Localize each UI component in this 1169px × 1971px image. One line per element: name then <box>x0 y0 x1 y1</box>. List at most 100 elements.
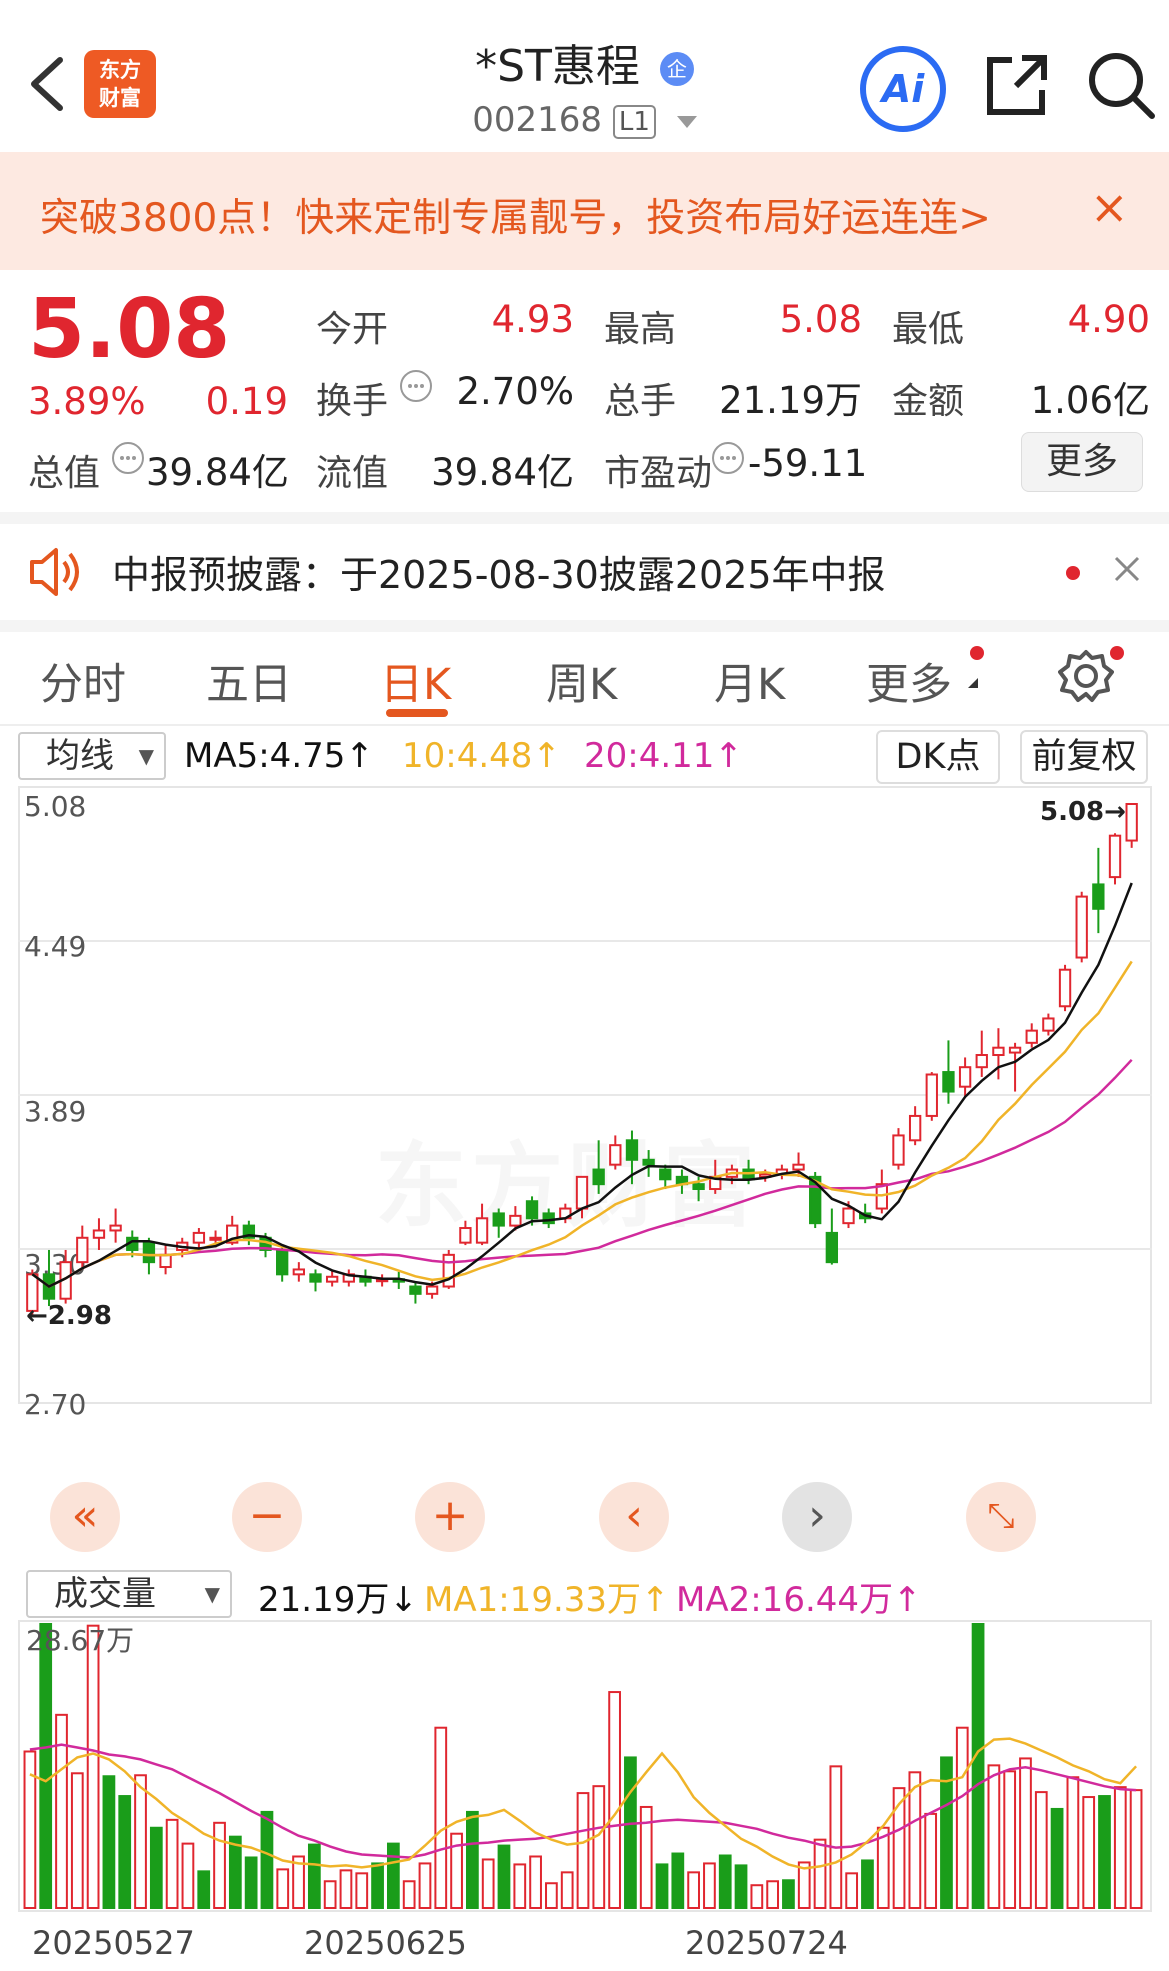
volume-bar <box>371 1862 384 1909</box>
volume-bar <box>339 1869 353 1909</box>
zoom-out-button[interactable]: − <box>232 1482 302 1552</box>
candle <box>92 1229 106 1239</box>
volume-bar <box>592 1785 606 1909</box>
scroll-left-button[interactable]: ‹ <box>599 1482 669 1552</box>
candle <box>459 1227 472 1244</box>
scroll-right-button[interactable]: › <box>782 1482 852 1552</box>
volume-bar <box>244 1856 258 1909</box>
more-quote-button[interactable]: 更多 <box>1021 432 1143 492</box>
enterprise-badge-icon: 企 <box>659 52 694 86</box>
volume-chart[interactable]: 28.67万 <box>18 1620 1152 1916</box>
candle <box>575 1175 589 1210</box>
volume-bar <box>1113 1786 1127 1910</box>
indicator-select-label: 均线 <box>46 736 114 776</box>
candle <box>625 1139 639 1161</box>
volume-bar <box>102 1775 116 1909</box>
chevron-down-icon <box>676 115 697 128</box>
dropdown-arrow-icon: ▼ <box>204 1582 220 1606</box>
candle <box>409 1285 422 1295</box>
candle <box>109 1224 122 1232</box>
candle <box>1092 883 1105 910</box>
volume-bar <box>466 1810 479 1909</box>
adjust-button[interactable]: 前复权 <box>1020 730 1148 784</box>
volume-bar <box>149 1826 163 1909</box>
tab-daily-k[interactable]: 日K <box>380 650 451 712</box>
volume-label: 总手 <box>604 381 677 422</box>
volume-bar <box>624 1756 637 1909</box>
notice-text[interactable]: 中报预披露：于2025-08-30披露2025年中报 <box>112 544 886 599</box>
tab-more-dot <box>970 646 984 660</box>
candle <box>592 1168 605 1186</box>
low-marker: ←2.98 <box>26 1301 112 1331</box>
info-icon[interactable] <box>110 440 146 476</box>
low-value: 4.90 <box>1067 298 1150 341</box>
candle <box>1058 968 1072 1008</box>
header: 东方 财富 *ST惠程 企 002168 L1 Ai <box>0 0 1169 152</box>
candle <box>942 1071 955 1093</box>
volume-bar <box>434 1726 448 1909</box>
share-icon[interactable] <box>982 50 1052 120</box>
candle <box>425 1285 439 1295</box>
candle <box>958 1066 972 1088</box>
volume-bar <box>197 1870 211 1909</box>
amount-label: 金额 <box>892 381 965 422</box>
change-amount: 0.19 <box>205 380 288 423</box>
candle <box>692 1183 705 1191</box>
volume-bar <box>513 1863 527 1909</box>
tab-monthly-k[interactable]: 月K <box>714 650 785 712</box>
y-tick-label: 4.49 <box>24 930 86 963</box>
indicator-select[interactable]: 均线 ▼ <box>18 732 166 780</box>
volume-indicator-select[interactable]: 成交量 ▼ <box>26 1570 232 1618</box>
turnover-label: 换手 <box>316 381 389 422</box>
tab-intraday[interactable]: 分时 <box>40 650 126 712</box>
candle <box>792 1163 805 1171</box>
volume-bar <box>560 1871 574 1910</box>
volume-bar <box>276 1868 290 1909</box>
tab-more[interactable]: 更多 <box>866 650 952 712</box>
volume-bar <box>576 1792 590 1910</box>
volume-bar <box>70 1772 84 1909</box>
zoom-in-button[interactable]: + <box>415 1482 485 1552</box>
volume-bar <box>402 1880 416 1909</box>
volume-bar <box>529 1855 542 1910</box>
kline-chart[interactable]: 5.084.493.893.302.705.08→←2.98 <box>18 786 1152 1562</box>
close-icon[interactable] <box>1112 554 1142 584</box>
notice-bar[interactable]: 中报预披露：于2025-08-30披露2025年中报 <box>0 524 1169 620</box>
candle <box>325 1275 339 1283</box>
close-icon[interactable]: × <box>1090 180 1129 234</box>
volume-bar <box>213 1821 226 1909</box>
candle <box>292 1268 305 1276</box>
gear-icon[interactable] <box>1058 648 1114 704</box>
info-icon[interactable] <box>710 440 746 476</box>
tab-weekly-k[interactable]: 周K <box>546 650 617 712</box>
info-icon[interactable] <box>398 368 434 404</box>
ai-assistant-button[interactable]: Ai <box>860 46 946 132</box>
candle <box>525 1200 539 1220</box>
high-marker: 5.08→ <box>1040 797 1126 827</box>
volume-max-label: 28.67万 <box>26 1624 134 1657</box>
volume-bar <box>924 1812 938 1910</box>
fullscreen-icon[interactable]: ⤡ <box>966 1482 1036 1552</box>
speaker-icon <box>30 548 79 596</box>
volume-bar <box>134 1774 147 1909</box>
ma20-value: 20:4.11↑ <box>584 736 743 776</box>
stock-name: *ST惠程 <box>475 41 640 92</box>
amount-value: 1.06亿 <box>1030 379 1150 422</box>
dk-point-label: DK点 <box>895 737 981 777</box>
search-icon[interactable] <box>1086 50 1156 120</box>
dk-point-button[interactable]: DK点 <box>876 730 1000 784</box>
candle <box>475 1217 489 1244</box>
corner-triangle-icon <box>968 678 978 688</box>
candle <box>1075 895 1088 959</box>
promo-banner-text[interactable]: 突破3800点！快来定制专属靓号，投资布局好运连连> <box>40 187 1040 243</box>
tab-five-day[interactable]: 五日 <box>206 650 292 712</box>
volume-bar <box>813 1838 827 1909</box>
volume-bar <box>1098 1795 1111 1909</box>
scroll-left-fast-button[interactable]: « <box>50 1482 120 1552</box>
candle <box>492 1212 505 1227</box>
volume-bar <box>718 1854 732 1910</box>
open-label: 今开 <box>316 309 389 350</box>
volume-bar <box>1129 1789 1143 1909</box>
candle <box>642 1158 655 1166</box>
promo-banner[interactable]: 突破3800点！快来定制专属靓号，投资布局好运连连> × <box>0 152 1169 270</box>
